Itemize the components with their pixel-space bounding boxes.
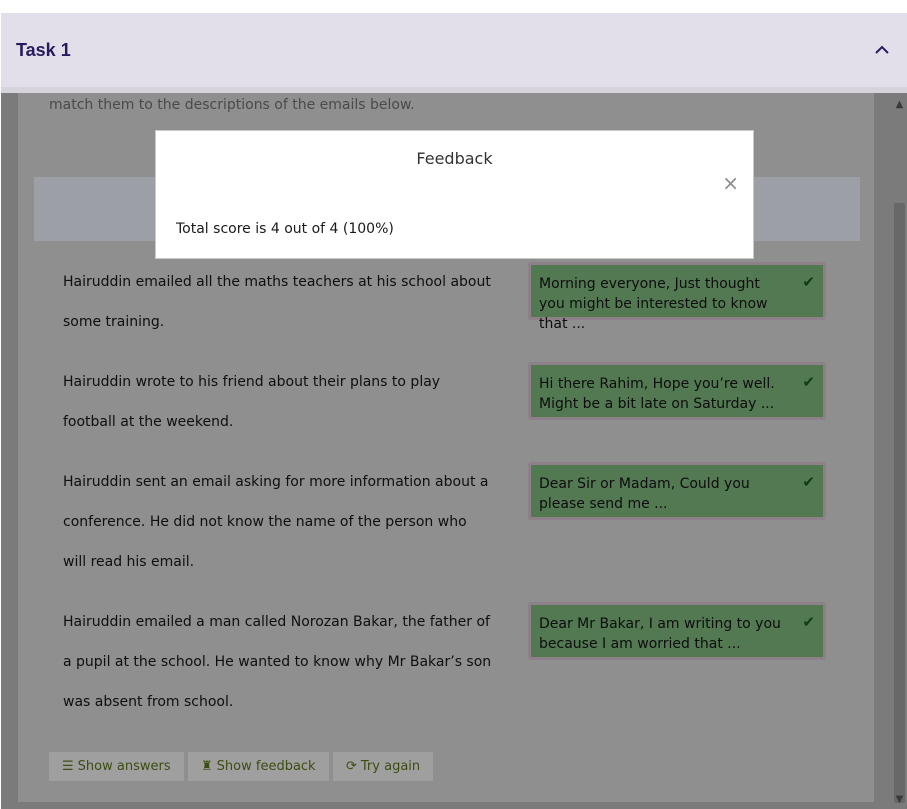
top-strip (0, 0, 907, 13)
list-icon: ☰ (62, 759, 74, 774)
task-title: Task 1 (16, 40, 71, 60)
answer-card-2[interactable]: Hi there Rahim, Hope you’re well. Might … (528, 362, 826, 420)
description-4: Hairuddin emailed a man called Norozan B… (63, 614, 492, 710)
task-accordion-header[interactable]: Task 1 (1, 13, 907, 93)
show-feedback-button[interactable]: ♜ Show feedback (188, 752, 329, 781)
description-1: Hairuddin emailed all the maths teachers… (63, 274, 491, 330)
show-answers-label: Show answers (77, 759, 171, 774)
score-text: Total score is 4 out of 4 (100%) (176, 221, 394, 237)
scroll-up-arrow-icon[interactable]: ▲ (892, 98, 907, 112)
scroll-down-arrow-icon[interactable]: ▼ (892, 793, 907, 807)
answer-card-4[interactable]: Dear Mr Bakar, I am writing to you becau… (528, 602, 826, 660)
modal-title: Feedback (416, 149, 493, 168)
check-icon: ✔ (802, 473, 815, 491)
try-again-button[interactable]: ⟳ Try again (333, 752, 434, 781)
feedback-icon: ♜ (201, 759, 213, 774)
answer-text-1: Morning everyone, Just thought you might… (539, 276, 768, 332)
show-answers-button[interactable]: ☰ Show answers (49, 752, 184, 781)
chevron-up-icon[interactable] (875, 43, 889, 57)
check-icon: ✔ (802, 613, 815, 631)
show-feedback-label: Show feedback (216, 759, 316, 774)
close-icon[interactable]: × (722, 173, 739, 193)
refresh-icon: ⟳ (346, 759, 357, 774)
try-again-label: Try again (360, 759, 421, 774)
answer-text-3: Dear Sir or Madam, Could you please send… (539, 476, 750, 512)
feedback-modal: Feedback × Total score is 4 out of 4 (10… (155, 130, 754, 259)
answer-card-3[interactable]: Dear Sir or Madam, Could you please send… (528, 462, 826, 520)
description-3: Hairuddin sent an email asking for more … (63, 474, 489, 570)
description-2: Hairuddin wrote to his friend about thei… (63, 374, 441, 430)
scrollbar-thumb[interactable] (894, 203, 905, 803)
answer-text-4: Dear Mr Bakar, I am writing to you becau… (539, 616, 781, 652)
answer-card-1[interactable]: Morning everyone, Just thought you might… (528, 262, 826, 332)
answer-text-2: Hi there Rahim, Hope you’re well. Might … (539, 376, 775, 412)
instructions-text: match them to the descriptions of the em… (49, 97, 415, 113)
check-icon: ✔ (802, 273, 815, 291)
check-icon: ✔ (802, 373, 815, 391)
